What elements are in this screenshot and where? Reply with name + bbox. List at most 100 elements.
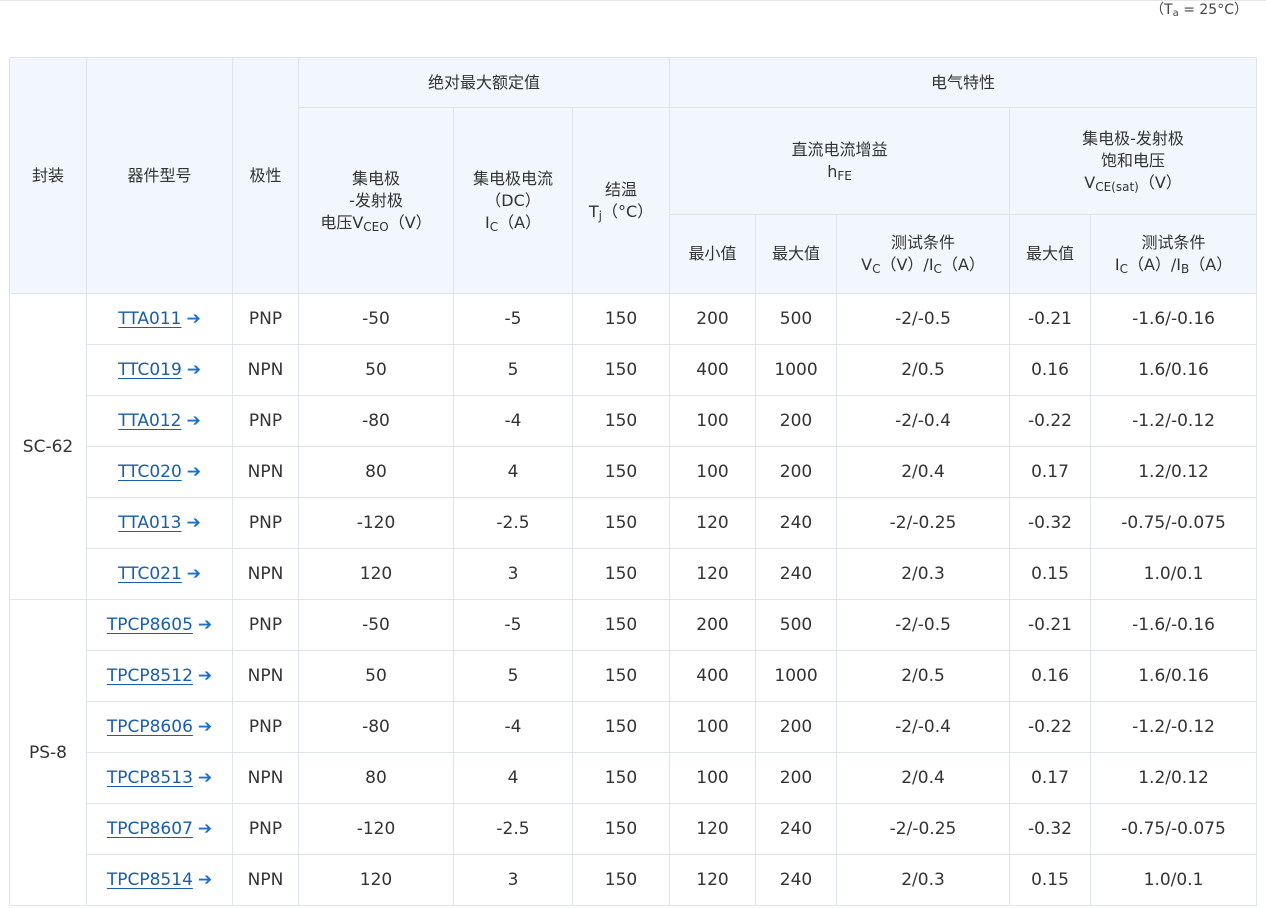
hfe-test-cell: 2/0.3 [836, 548, 1011, 600]
hfe-max-cell: 200 [755, 701, 838, 753]
part-number-link[interactable]: TPCP8513 [107, 768, 193, 788]
part-number-link[interactable]: TTC019 [118, 360, 182, 380]
arrow-right-icon[interactable]: ➔ [198, 666, 212, 686]
arrow-right-icon[interactable]: ➔ [186, 309, 200, 329]
arrow-right-icon[interactable]: ➔ [186, 513, 200, 533]
header-package: 封装 [9, 57, 87, 294]
vcesat-max-cell: -0.32 [1009, 497, 1092, 549]
table-row: TTC019 ➔ NPN 50 5 150 400 1000 2/0.5 0.16 1.6/0.16 [10, 344, 1258, 396]
vcesat-test-cell: -1.2/-0.12 [1090, 395, 1258, 447]
part-number-link[interactable]: TPCP8606 [107, 717, 193, 737]
hfe-max-cell: 240 [755, 803, 838, 855]
table-row: TTC020 ➔ NPN 80 4 150 100 200 2/0.4 0.17 1.2/0.12 [10, 446, 1258, 498]
part-number-cell: TTC019 ➔ [86, 344, 233, 396]
hfe-min-cell: 100 [669, 701, 757, 753]
arrow-right-icon[interactable]: ➔ [198, 717, 212, 737]
part-number-link[interactable]: TTA012 [118, 411, 181, 431]
arrow-right-icon[interactable]: ➔ [187, 360, 201, 380]
hfe-test-cell: 2/0.3 [836, 854, 1011, 906]
part-number-link[interactable]: TPCP8514 [107, 870, 193, 890]
vceo-cell: -50 [298, 293, 454, 345]
hfe-min-cell: 120 [669, 803, 757, 855]
vcesat-test-cell: 1.6/0.16 [1090, 650, 1258, 702]
part-number-link[interactable]: TTA013 [118, 513, 181, 533]
table-row: PS-8 TPCP8605 ➔ PNP -50 -5 150 200 500 -2/-0.5 -0.… [9, 599, 1258, 906]
vcesat-test-cell: 1.0/0.1 [1090, 548, 1258, 600]
polarity-cell: NPN [232, 854, 299, 906]
polarity-cell: PNP [232, 293, 299, 345]
part-number-link[interactable]: TPCP8512 [107, 666, 193, 686]
hfe-max-cell: 1000 [755, 344, 838, 396]
tj-cell: 150 [571, 854, 671, 906]
polarity-cell: NPN [232, 752, 299, 804]
hfe-test-cell: -2/-0.25 [836, 497, 1011, 549]
arrow-right-icon[interactable]: ➔ [198, 615, 212, 635]
header-hfe-min: 最小值 [669, 214, 757, 294]
hfe-min-cell: 400 [669, 344, 757, 396]
vceo-cell: 120 [298, 854, 454, 906]
vcesat-max-cell: 0.16 [1009, 344, 1092, 396]
part-number-link[interactable]: TPCP8607 [107, 819, 193, 839]
header-vcesat-test-condition: 测试条件 IC（A）/IB（A） [1090, 214, 1258, 294]
ic-cell: 3 [453, 854, 573, 906]
table-row: TTA013 ➔ PNP -120 -2.5 150 120 240 -2/-0.25 -0.32… [10, 497, 1258, 549]
transistor-spec-table: 封装 器件型号 极性 绝对最大额定值 电气特性 集电极 -发射极 电压VCEO（… [9, 57, 1258, 906]
table-row: TPCP8606 ➔ PNP -80 -4 150 100 200 -2/-0.4 -0.22 -1… [10, 701, 1258, 753]
package-cell: PS-8 [9, 599, 87, 906]
part-number-link[interactable]: TTA011 [118, 309, 181, 329]
vcesat-max-cell: 0.16 [1009, 650, 1092, 702]
ic-cell: -5 [453, 599, 573, 651]
polarity-cell: PNP [232, 701, 299, 753]
table-row: TPCP8513 ➔ NPN 80 4 150 100 200 2/0.4 0.17 1.2/0.1… [10, 752, 1258, 804]
hfe-test-cell: -2/-0.5 [836, 293, 1011, 345]
part-number-cell: TTC020 ➔ [86, 446, 233, 498]
arrow-right-icon[interactable]: ➔ [187, 564, 201, 584]
part-number-link[interactable]: TTC021 [118, 564, 182, 584]
hfe-min-cell: 200 [669, 599, 757, 651]
vcesat-test-cell: 1.6/0.16 [1090, 344, 1258, 396]
hfe-min-cell: 200 [669, 293, 757, 345]
arrow-right-icon[interactable]: ➔ [198, 870, 212, 890]
table-row: TTA012 ➔ PNP -80 -4 150 100 200 -2/-0.4 -0.22 -1.2… [10, 395, 1258, 447]
header-dc-current-gain: 直流电流增益 hFE [669, 107, 1011, 215]
arrow-right-icon[interactable]: ➔ [198, 768, 212, 788]
part-number-cell: TPCP8514 ➔ [86, 854, 233, 906]
header-vcesat-max: 最大值 [1009, 214, 1092, 294]
hfe-test-cell: 2/0.5 [836, 650, 1011, 702]
hfe-test-cell: -2/-0.5 [836, 599, 1011, 651]
hfe-min-cell: 120 [669, 548, 757, 600]
table-row: TPCP8512 ➔ NPN 50 5 150 400 1000 2/0.5 0.16 1.6/0.… [10, 650, 1258, 702]
polarity-cell: NPN [232, 446, 299, 498]
hfe-test-cell: -2/-0.4 [836, 701, 1011, 753]
vcesat-max-cell: 0.17 [1009, 446, 1092, 498]
vcesat-max-cell: 0.15 [1009, 548, 1092, 600]
vceo-cell: -80 [298, 701, 454, 753]
hfe-test-cell: -2/-0.25 [836, 803, 1011, 855]
ic-cell: 5 [453, 650, 573, 702]
header-collector-current: 集电极电流 （DC） IC（A） [453, 107, 573, 294]
tj-cell: 150 [571, 497, 671, 549]
vcesat-test-cell: -1.6/-0.16 [1090, 293, 1258, 345]
arrow-right-icon[interactable]: ➔ [186, 411, 200, 431]
part-number-link[interactable]: TTC020 [118, 462, 182, 482]
polarity-cell: PNP [232, 497, 299, 549]
vceo-cell: 80 [298, 446, 454, 498]
ic-cell: -5 [453, 293, 573, 345]
hfe-min-cell: 400 [669, 650, 757, 702]
header-hfe-max: 最大值 [755, 214, 838, 294]
part-number-link[interactable]: TPCP8605 [107, 615, 193, 635]
arrow-right-icon[interactable]: ➔ [198, 819, 212, 839]
ic-cell: 4 [453, 752, 573, 804]
package-cell: SC-62 [9, 293, 87, 600]
part-number-cell: TPCP8605 ➔ [86, 599, 233, 651]
part-number-cell: TTC021 ➔ [86, 548, 233, 600]
vcesat-max-cell: 0.17 [1009, 752, 1092, 804]
hfe-max-cell: 200 [755, 446, 838, 498]
polarity-cell: NPN [232, 650, 299, 702]
arrow-right-icon[interactable]: ➔ [187, 462, 201, 482]
part-number-cell: TPCP8512 ➔ [86, 650, 233, 702]
ic-cell: 4 [453, 446, 573, 498]
table-body: SC-62 TTA011 ➔ PNP -50 -5 150 200 500 -2/-0.5 -0.2… [9, 293, 1258, 906]
hfe-max-cell: 1000 [755, 650, 838, 702]
vceo-cell: 120 [298, 548, 454, 600]
